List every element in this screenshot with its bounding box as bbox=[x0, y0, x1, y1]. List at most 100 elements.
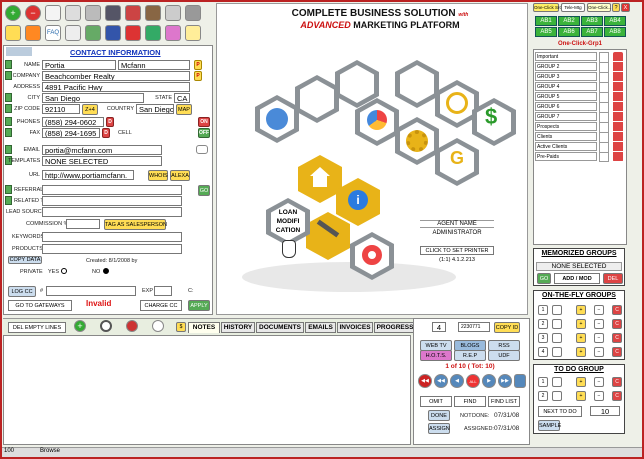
next-to-do-button[interactable]: NEXT TO DO bbox=[538, 406, 582, 417]
otf-add-button[interactable]: + bbox=[576, 333, 586, 343]
ab1-button[interactable]: AB1 bbox=[535, 16, 557, 26]
copy-id-button[interactable]: COPY ID bbox=[494, 322, 520, 333]
tab-emails[interactable]: EMAILS bbox=[305, 322, 336, 333]
group-item[interactable]: Clients bbox=[535, 132, 597, 141]
city-toggle[interactable] bbox=[5, 93, 12, 102]
all-records-icon[interactable]: ALL bbox=[466, 374, 480, 388]
documents-icon[interactable] bbox=[45, 5, 61, 21]
charge-cc-button[interactable]: CHARGE CC bbox=[140, 300, 182, 311]
p-button[interactable]: P bbox=[194, 60, 202, 70]
otf-checkbox[interactable] bbox=[552, 333, 562, 343]
grid-view-icon[interactable] bbox=[514, 374, 526, 388]
related-field[interactable] bbox=[42, 196, 182, 206]
otf-c-button[interactable]: C bbox=[612, 319, 622, 329]
tools-icon[interactable] bbox=[165, 5, 181, 21]
del-empty-lines-button[interactable]: DEL EMPTY LINES bbox=[8, 322, 66, 333]
products-field[interactable] bbox=[42, 244, 182, 254]
otf-checkbox[interactable] bbox=[552, 319, 562, 329]
house-icon[interactable] bbox=[185, 5, 201, 21]
email-field[interactable]: portia@mcfann.com bbox=[42, 145, 162, 155]
help-button[interactable]: ? bbox=[612, 3, 620, 12]
exp-field[interactable] bbox=[154, 286, 172, 296]
otf-remove-button[interactable]: − bbox=[594, 333, 604, 343]
todo-c-button[interactable]: C bbox=[612, 391, 622, 401]
done-button[interactable]: DONE bbox=[428, 410, 450, 421]
person-icon[interactable] bbox=[145, 5, 161, 21]
otf-remove-button[interactable]: − bbox=[594, 347, 604, 357]
templates-field[interactable]: NONE SELECTED bbox=[42, 156, 162, 166]
last-name-field[interactable]: Mcfann bbox=[118, 60, 190, 70]
memorized-del-button[interactable]: DEL bbox=[603, 273, 623, 284]
rep-button[interactable]: R.E.P bbox=[454, 350, 486, 361]
todo-remove-button[interactable]: − bbox=[594, 377, 604, 387]
no-radio[interactable] bbox=[103, 268, 109, 274]
group-item[interactable]: GROUP 6 bbox=[535, 102, 597, 111]
prev-record-icon[interactable]: ◀ bbox=[450, 374, 464, 388]
otf-checkbox[interactable] bbox=[552, 305, 562, 315]
email-send-icon[interactable] bbox=[196, 145, 208, 154]
name-toggle[interactable] bbox=[5, 60, 12, 69]
todo-checkbox[interactable] bbox=[552, 377, 562, 387]
tab-documents[interactable]: DOCUMENTS bbox=[256, 322, 304, 333]
zip4-button[interactable]: Z+4 bbox=[82, 104, 98, 115]
group-item[interactable]: Prospects bbox=[535, 122, 597, 131]
gateways-button[interactable]: GO TO GATEWAYS bbox=[8, 300, 72, 311]
delete-record-icon[interactable]: − bbox=[25, 5, 41, 21]
coin-icon[interactable] bbox=[125, 25, 141, 41]
off-button[interactable]: OFF bbox=[198, 128, 210, 138]
mode-indicator[interactable]: Browse bbox=[40, 448, 60, 454]
phones-toggle[interactable] bbox=[5, 117, 12, 126]
cc-number-field[interactable] bbox=[46, 286, 136, 296]
ab6-button[interactable]: AB6 bbox=[558, 27, 580, 37]
sample-button[interactable]: SAMPLE bbox=[538, 420, 561, 431]
yes-radio[interactable] bbox=[61, 268, 67, 274]
first-record-icon[interactable]: ◀◀ bbox=[418, 374, 432, 388]
add-mod-button[interactable]: ADD / MOD bbox=[554, 273, 600, 284]
state-field[interactable]: CA bbox=[174, 93, 190, 103]
timer-icon[interactable] bbox=[152, 320, 164, 332]
calendar-icon[interactable] bbox=[65, 25, 81, 41]
fax-dial-button[interactable]: D bbox=[102, 128, 110, 138]
ab7-button[interactable]: AB7 bbox=[581, 27, 603, 37]
money-icon[interactable] bbox=[85, 25, 101, 41]
next-page-icon[interactable]: ▶▶ bbox=[498, 374, 512, 388]
find-button[interactable]: FIND bbox=[454, 396, 486, 407]
zoom-level[interactable]: 100 bbox=[4, 448, 14, 454]
email-toggle[interactable] bbox=[5, 145, 12, 154]
referrals-field[interactable] bbox=[42, 185, 182, 195]
tab-invoices[interactable]: INVOICES bbox=[337, 322, 373, 333]
hots-button[interactable]: H.O.T.S. bbox=[420, 350, 452, 361]
set-printer-button[interactable]: CLICK TO SET PRINTER bbox=[420, 246, 494, 255]
referrals-go-button[interactable]: GO bbox=[198, 185, 210, 196]
notes-textarea[interactable] bbox=[3, 335, 411, 445]
group-item[interactable]: Pre-Paids bbox=[535, 152, 597, 161]
otf-checkbox[interactable] bbox=[552, 347, 562, 357]
group-c-button-column[interactable] bbox=[613, 52, 623, 162]
otf-add-button[interactable]: + bbox=[576, 319, 586, 329]
phone-dial-button[interactable]: D bbox=[106, 117, 114, 127]
group-item[interactable]: GROUP 3 bbox=[535, 72, 597, 81]
search-icon[interactable] bbox=[100, 320, 112, 332]
copy-data-button[interactable]: COPY DATA bbox=[8, 256, 42, 264]
p-button-2[interactable]: P bbox=[194, 71, 202, 81]
phone-field[interactable]: (858) 294-0602 bbox=[42, 117, 104, 127]
address-field[interactable]: 4891 Pacific Hwy bbox=[42, 82, 190, 92]
group-item[interactable]: GROUP 4 bbox=[535, 82, 597, 91]
one-click-srch-tab[interactable]: One-Click Srch bbox=[533, 3, 564, 12]
faq-icon[interactable]: FAQ bbox=[45, 25, 61, 41]
link-icon[interactable] bbox=[105, 25, 121, 41]
assign-button[interactable]: ASSIGN bbox=[428, 423, 450, 434]
todo-add-button[interactable]: + bbox=[576, 391, 586, 401]
tab-progress[interactable]: PROGRESS bbox=[374, 322, 416, 333]
todo-c-button[interactable]: C bbox=[612, 377, 622, 387]
notebook-icon[interactable] bbox=[125, 5, 141, 21]
otf-c-button[interactable]: C bbox=[612, 333, 622, 343]
map-button[interactable]: MAP bbox=[176, 104, 192, 115]
printer-icon[interactable] bbox=[85, 5, 101, 21]
keywords-field[interactable] bbox=[42, 232, 182, 242]
related-toggle[interactable] bbox=[5, 196, 12, 205]
group-checkbox-column[interactable] bbox=[599, 52, 609, 162]
close-button[interactable]: X bbox=[621, 3, 630, 12]
omit-button[interactable]: OMIT bbox=[420, 396, 452, 407]
otf-add-button[interactable]: + bbox=[576, 305, 586, 315]
